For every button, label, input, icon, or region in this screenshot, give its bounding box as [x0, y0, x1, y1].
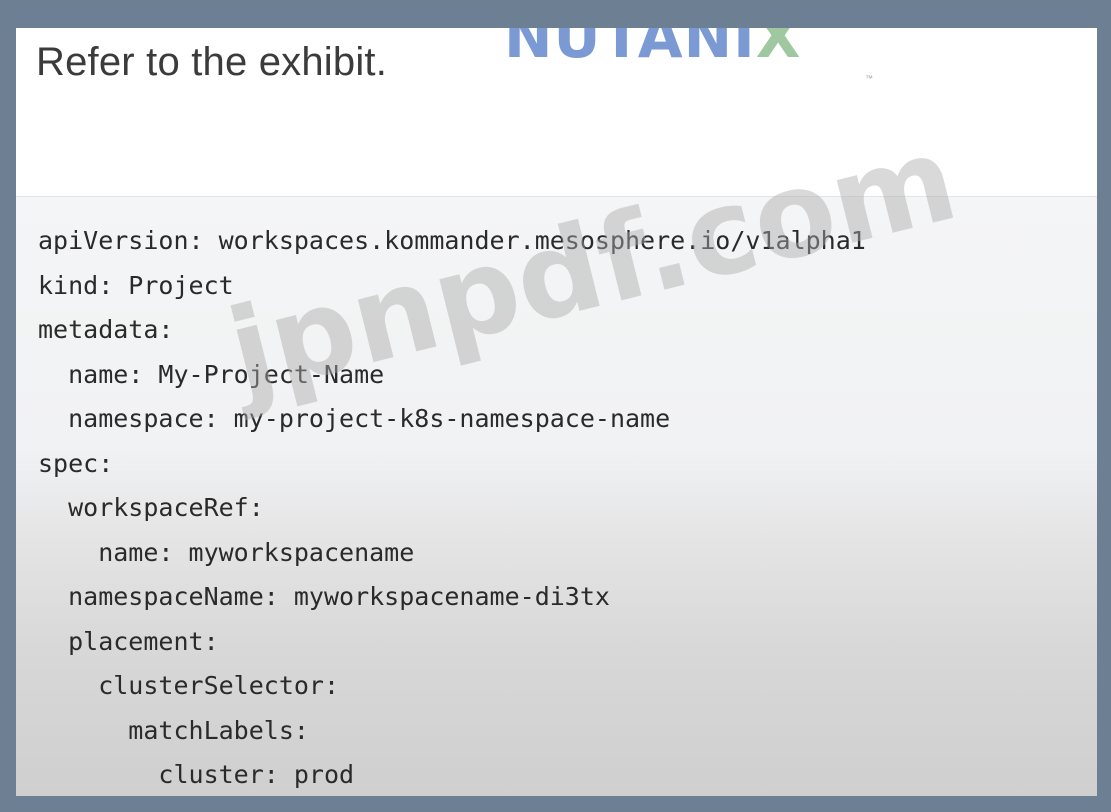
exhibit-frame: Refer to the exhibit. NUTANIX ™ apiVersi…: [16, 28, 1097, 796]
code-line: name: My-Project-Name: [38, 359, 385, 389]
logo-trademark: ™: [865, 74, 873, 83]
code-line: clusterSelector:: [38, 671, 340, 700]
code-line: workspaceRef:: [38, 493, 264, 522]
code-line: cluster: prod: [38, 760, 355, 789]
yaml-code-block: apiVersion: workspaces.kommander.mesosph…: [38, 219, 866, 796]
code-line: name: myworkspacename: [38, 537, 415, 567]
code-line: namespaceName: myworkspacename-di3tx: [38, 582, 610, 611]
code-line: apiVersion: workspaces.kommander.mesosph…: [38, 226, 866, 255]
code-line: spec:: [38, 448, 114, 478]
exhibit-heading: Refer to the exhibit.: [36, 40, 388, 84]
code-line: metadata:: [38, 315, 174, 344]
code-line: namespace: my-project-k8s-namespace-name: [38, 404, 671, 433]
yaml-code-panel: apiVersion: workspaces.kommander.mesosph…: [16, 196, 1097, 796]
nutanix-logo: NUTANIX: [504, 28, 801, 66]
logo-text: NUTANI: [504, 28, 756, 71]
code-line: kind: Project: [38, 270, 234, 300]
code-line: matchLabels:: [38, 715, 309, 745]
code-line: placement:: [38, 626, 219, 656]
logo-x-mark: X: [755, 28, 802, 71]
